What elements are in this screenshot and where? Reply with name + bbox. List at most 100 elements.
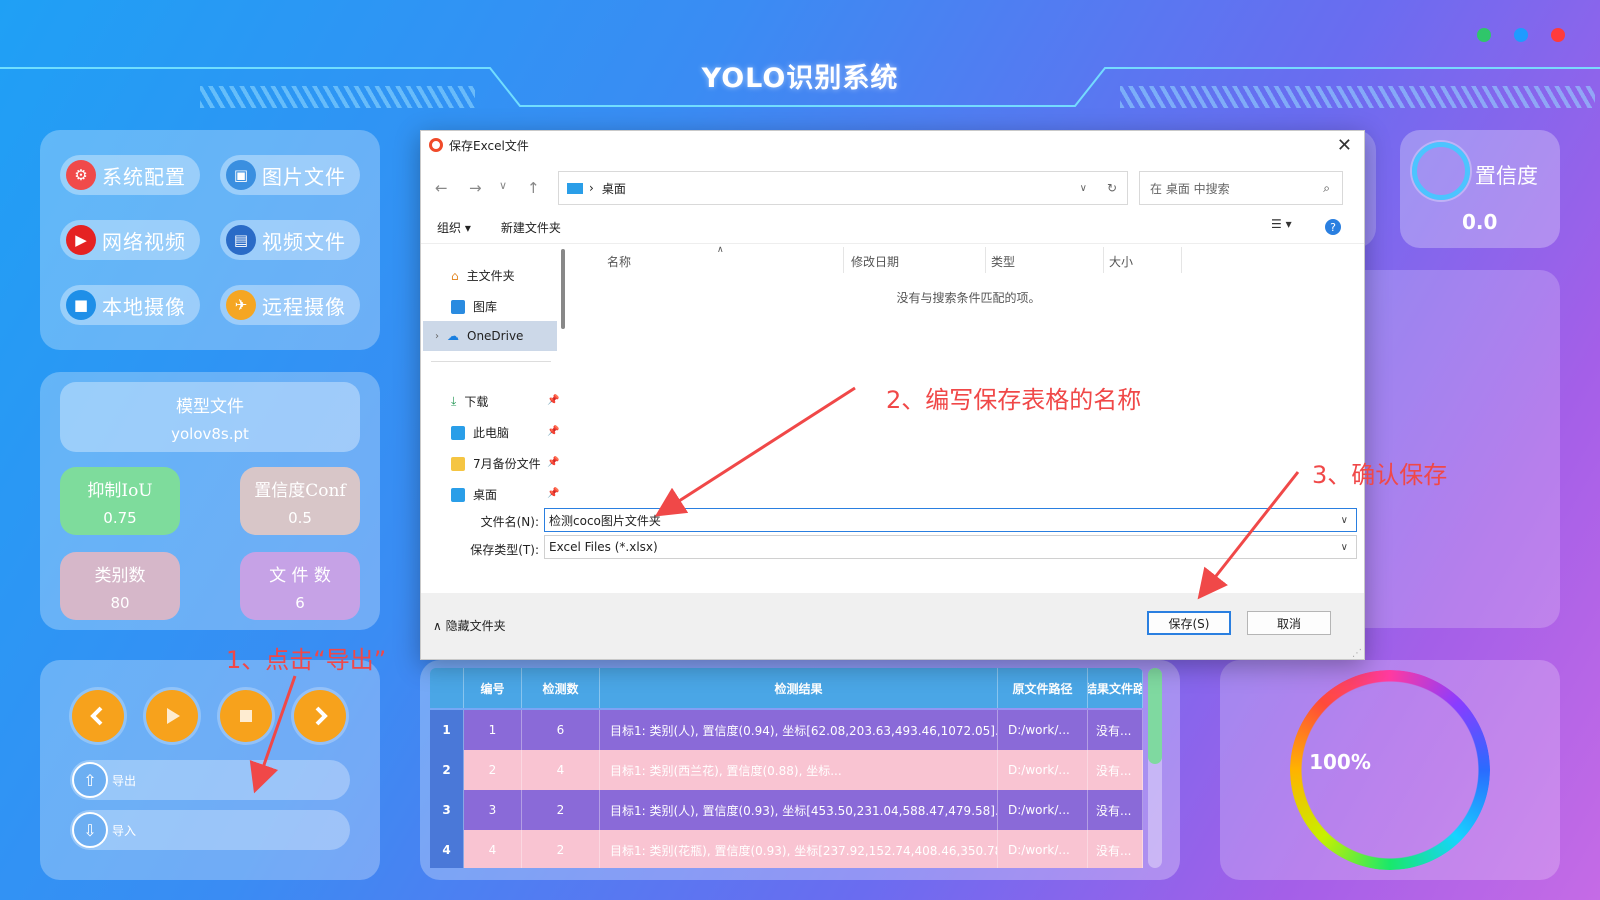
results-table[interactable]: 编号 检测数 检测结果 原文件路径 结果文件路 1 1 6 目标1: 类别(人)… — [430, 668, 1143, 868]
column-date[interactable]: 修改日期 — [851, 253, 899, 270]
import-button[interactable]: ⇩ 导入 — [70, 810, 350, 850]
iou-label: 抑制IoU — [87, 480, 153, 501]
classes-label: 类别数 — [94, 565, 146, 586]
filetype-dropdown-icon[interactable]: ∨ — [1341, 542, 1348, 553]
column-separator — [843, 247, 844, 273]
chevron-up-icon: ∧ — [433, 619, 442, 633]
forward-icon[interactable]: → — [469, 179, 482, 197]
computer-icon — [451, 425, 465, 440]
up-icon[interactable]: ↑ — [527, 179, 540, 197]
table-header-row: 编号 检测数 检测结果 原文件路径 结果文件路 — [430, 668, 1143, 708]
menu-network-video[interactable]: ▶ 网络视频 — [60, 220, 200, 260]
nav-item-home[interactable]: ⌂ 主文件夹 — [451, 267, 515, 284]
filetype-select[interactable]: Excel Files (*.xlsx) ∨ — [544, 535, 1357, 559]
column-type[interactable]: 类型 — [991, 253, 1015, 270]
table-row[interactable]: 3 3 2 目标1: 类别(人), 置信度(0.93), 坐标[453.50,2… — [430, 790, 1143, 830]
menu-video-file[interactable]: ▤ 视频文件 — [220, 220, 360, 260]
view-menu-icon[interactable]: ☰ ▾ — [1271, 217, 1292, 231]
nav-item-desktop[interactable]: 桌面 — [451, 486, 497, 503]
stop-button[interactable] — [220, 690, 272, 742]
new-folder-button[interactable]: 新建文件夹 — [501, 219, 561, 236]
play-button[interactable] — [146, 690, 198, 742]
nav-item-gallery[interactable]: 图库 — [451, 298, 497, 315]
organize-label: 组织 — [437, 221, 462, 235]
search-input[interactable]: 在 桌面 中搜索 ⌕ — [1139, 171, 1343, 205]
table-row[interactable]: 4 4 2 目标1: 类别(花瓶), 置信度(0.93), 坐标[237.92,… — [430, 830, 1143, 868]
filename-dropdown-icon[interactable]: ∨ — [1341, 515, 1348, 526]
cell-out: 没有... — [1088, 830, 1143, 868]
refresh-icon[interactable]: ↻ — [1107, 181, 1117, 195]
cell-id: 4 — [464, 830, 522, 868]
cell-count: 2 — [522, 830, 600, 868]
menu-system-config[interactable]: ⚙ 系统配置 — [60, 155, 200, 195]
import-label: 导入 — [112, 823, 137, 838]
cell-count: 2 — [522, 790, 600, 830]
nav-scrollbar[interactable] — [561, 249, 565, 329]
menu-image-file[interactable]: ▣ 图片文件 — [220, 155, 360, 195]
save-button[interactable]: 保存(S) — [1147, 611, 1231, 635]
row-index: 3 — [430, 790, 464, 830]
address-dropdown-icon[interactable]: ∨ — [1080, 183, 1087, 194]
filename-input[interactable]: 检测coco图片文件夹 ∨ — [544, 508, 1357, 532]
table-scrollbar[interactable] — [1148, 668, 1162, 868]
export-button[interactable]: ⇧ 导出 — [70, 760, 350, 800]
table-row[interactable]: 2 2 4 目标1: 类别(西兰花), 置信度(0.88), 坐标... D:/… — [430, 750, 1143, 790]
home-icon: ⌂ — [451, 268, 459, 283]
nav-item-onedrive[interactable]: › ☁ OneDrive — [435, 329, 523, 343]
app-logo-icon — [429, 138, 443, 152]
filetype-label: 保存类型(T): — [470, 543, 539, 557]
minimize-icon[interactable] — [1477, 28, 1491, 42]
filetype-value: Excel Files (*.xlsx) — [549, 540, 658, 554]
nav-item-this-pc[interactable]: 此电脑 — [451, 424, 509, 441]
filename-value: 检测coco图片文件夹 — [549, 513, 661, 528]
close-icon[interactable] — [1551, 28, 1565, 42]
menu-label: 系统配置 — [102, 164, 186, 189]
annotation-step1: 1、点击“导出” — [226, 646, 387, 674]
youtube-icon: ▶ — [66, 225, 96, 255]
chevron-left-icon — [90, 706, 103, 726]
pin-icon[interactable]: 📌 — [547, 488, 559, 499]
history-chevron-icon[interactable]: ∨ — [499, 179, 507, 192]
navigation-pane: ⌂ 主文件夹 图库 › ☁ OneDrive ⤓ 下载 📌 此电脑 📌 7月备份文件 📌… — [421, 251, 561, 506]
hide-folders-toggle[interactable]: ∧ 隐藏文件夹 — [433, 617, 506, 634]
column-name[interactable]: 名称 — [607, 253, 631, 270]
cancel-button[interactable]: 取消 — [1247, 611, 1331, 635]
help-icon[interactable]: ? — [1325, 219, 1341, 235]
nav-label: 7月备份文件 — [473, 457, 541, 471]
table-header: 检测结果 — [600, 668, 998, 708]
search-icon: ⌕ — [1323, 180, 1330, 195]
nav-item-backup[interactable]: 7月备份文件 — [451, 455, 541, 472]
iou-card[interactable]: 抑制IoU 0.75 — [60, 467, 180, 535]
film-icon: ▤ — [226, 225, 256, 255]
cell-path: D:/work/... — [998, 830, 1088, 868]
folder-icon — [451, 456, 465, 471]
back-icon[interactable]: ← — [435, 179, 448, 197]
empty-message: 没有与搜索条件匹配的项。 — [896, 291, 1041, 305]
model-title: 模型文件 — [176, 396, 244, 417]
cell-id: 1 — [464, 710, 522, 750]
model-file: yolov8s.pt — [171, 424, 249, 443]
cell-result: 目标1: 类别(西兰花), 置信度(0.88), 坐标... — [600, 750, 998, 790]
column-size[interactable]: 大小 — [1109, 253, 1133, 270]
nav-item-downloads[interactable]: ⤓ 下载 — [451, 393, 488, 410]
address-text: 桌面 — [601, 181, 626, 196]
pin-icon[interactable]: 📌 — [547, 457, 559, 468]
resize-grip-icon[interactable]: ⋰ — [1352, 648, 1362, 659]
table-row[interactable]: 1 1 6 目标1: 类别(人), 置信度(0.94), 坐标[62.08,20… — [430, 710, 1143, 750]
menu-local-camera[interactable]: ■ 本地摄像 — [60, 285, 200, 325]
prev-button[interactable] — [72, 690, 124, 742]
organize-button[interactable]: 组织 ▾ — [437, 219, 471, 236]
gear-icon: ⚙ — [66, 160, 96, 190]
address-bar[interactable]: › 桌面 ∨ ↻ — [558, 171, 1128, 205]
pin-icon[interactable]: 📌 — [547, 395, 559, 406]
conf-card[interactable]: 置信度Conf 0.5 — [240, 467, 360, 535]
filename-label: 文件名(N): — [480, 515, 539, 529]
dialog-close-icon[interactable]: ✕ — [1337, 135, 1352, 156]
next-button[interactable] — [294, 690, 346, 742]
scrollbar-thumb[interactable] — [1148, 668, 1162, 764]
maximize-icon[interactable] — [1514, 28, 1528, 42]
cloud-icon: ☁ — [447, 329, 459, 343]
progress-label: 100% — [1309, 750, 1371, 774]
menu-remote-camera[interactable]: ✈ 远程摄像 — [220, 285, 360, 325]
pin-icon[interactable]: 📌 — [547, 426, 559, 437]
